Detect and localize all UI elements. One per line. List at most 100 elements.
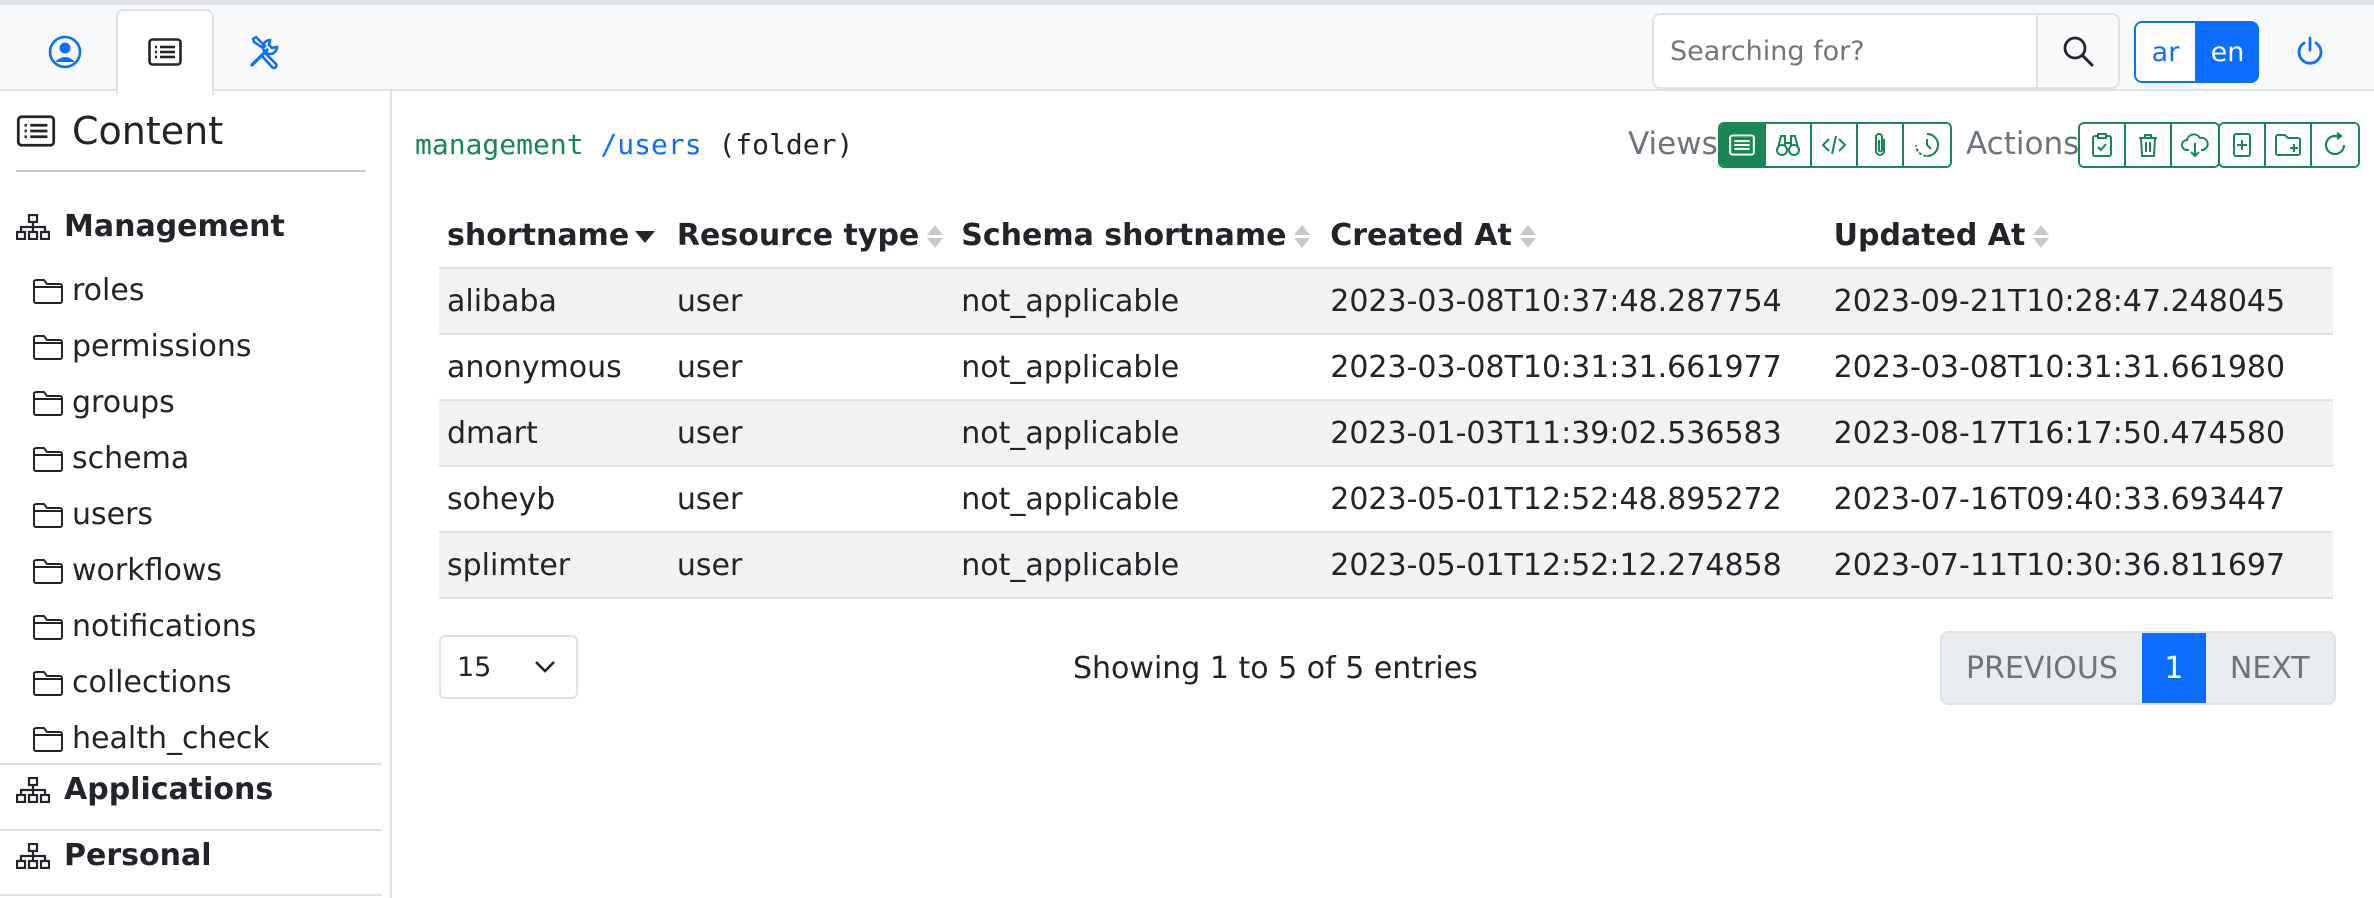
cell-shortname: soheyb [439,466,669,533]
column-header-label: Updated At [1833,218,2026,253]
cell-resource-type: user [668,466,954,533]
column-header-created-at[interactable]: Created At [1322,204,1826,269]
folder-icon [33,278,63,304]
create-folder-button[interactable] [2266,124,2312,166]
cell-resource-type: user [668,532,954,599]
tab-tools[interactable] [216,9,314,94]
action-download-button[interactable] [2172,124,2218,166]
search-input[interactable] [1652,13,2038,89]
table-row[interactable]: anonymous user not_applicable 2023-03-08… [439,334,2333,401]
cell-shortname: anonymous [439,334,669,401]
view-source-button[interactable] [1812,124,1858,166]
table-row[interactable]: splimter user not_applicable 2023-05-01T… [439,532,2333,599]
sidebar-item-label: schema [72,441,190,476]
sidebar-item-workflows[interactable]: workflows [32,553,222,588]
diagram-icon [16,776,50,803]
folder-icon [33,614,63,640]
previous-page-button[interactable]: PREVIOUS [1942,633,2142,703]
column-header-schema-shortname[interactable]: Schema shortname [953,204,1323,269]
page-size-select[interactable]: 15 [439,635,578,699]
cell-shortname: dmart [439,400,669,467]
section-label: Applications [64,772,274,807]
cell-shortname: alibaba [439,268,669,335]
folder-icon [33,446,63,472]
tab-content[interactable] [116,9,214,95]
cell-updated-at: 2023-09-21T10:28:47.248045 [1825,268,2333,335]
create-button-group [2218,122,2360,168]
actions-button-group [2078,122,2220,168]
cell-resource-type: user [668,334,954,401]
refresh-button[interactable] [2312,124,2358,166]
divider [0,894,382,896]
view-history-button[interactable] [1904,124,1950,166]
cloud-download-icon [2181,133,2209,158]
breadcrumb-path[interactable]: /users [600,128,701,161]
sidebar-item-notifications[interactable]: notifications [32,609,256,644]
section-applications[interactable]: Applications [16,772,273,807]
cell-schema-shortname: not_applicable [953,532,1323,599]
sidebar-item-health-check[interactable]: health_check [32,721,270,756]
sort-icon [1292,223,1312,251]
breadcrumb-space[interactable]: management [415,128,584,161]
logout-button[interactable] [2290,31,2330,71]
divider [16,170,366,172]
power-icon [2297,36,2323,65]
folder-icon [33,390,63,416]
sidebar-item-roles[interactable]: roles [32,273,144,308]
section-label: Personal [64,838,212,873]
column-header-label: Schema shortname [961,218,1287,253]
search-button[interactable] [2036,13,2120,89]
code-icon [1821,135,1847,155]
section-label: Management [64,209,285,244]
action-validate-button[interactable] [2080,124,2126,166]
refresh-icon [2324,132,2346,156]
sidebar-item-label: users [72,497,154,532]
table-row[interactable]: dmart user not_applicable 2023-01-03T11:… [439,400,2333,467]
lang-en-button[interactable]: en [2196,21,2259,83]
sort-desc-icon [635,230,656,243]
table-row[interactable]: alibaba user not_applicable 2023-03-08T1… [439,268,2333,335]
top-navbar: ar en [0,0,2374,95]
breadcrumb-type: (folder) [718,128,854,161]
sidebar-item-schema[interactable]: schema [32,441,189,476]
page-button-current[interactable]: 1 [2141,633,2206,703]
cell-created-at: 2023-03-08T10:31:31.661977 [1322,334,1826,401]
sidebar-item-collections[interactable]: collections [32,665,232,700]
tools-icon [250,34,279,69]
next-page-button[interactable]: NEXT [2205,633,2334,703]
cell-updated-at: 2023-08-17T16:17:50.474580 [1825,400,2333,467]
cell-updated-at: 2023-03-08T10:31:31.661980 [1825,334,2333,401]
views-button-group [1718,122,1952,168]
paperclip-icon [1875,133,1885,156]
folder-icon [33,502,63,528]
column-header-resource-type[interactable]: Resource type [668,204,954,269]
sidebar-item-users[interactable]: users [32,497,153,532]
chevron-down-icon [535,661,555,673]
column-header-shortname[interactable]: shortname [439,204,669,269]
lang-ar-button[interactable]: ar [2134,21,2197,83]
folder-icon [33,670,63,696]
cell-schema-shortname: not_applicable [953,334,1323,401]
folder-icon [33,334,63,360]
list-icon [1729,134,1755,156]
column-header-label: shortname [447,218,630,253]
create-entry-button[interactable] [2220,124,2266,166]
sidebar-item-label: roles [72,273,145,308]
cell-created-at: 2023-05-01T12:52:48.895272 [1322,466,1826,533]
view-list-button[interactable] [1720,124,1766,166]
sidebar-item-permissions[interactable]: permissions [32,329,251,364]
sidebar-item-groups[interactable]: groups [32,385,175,420]
column-header-updated-at[interactable]: Updated At [1825,204,2333,269]
list-icon [16,115,56,147]
diagram-icon [16,213,50,240]
tab-profile[interactable] [16,9,114,94]
view-attachments-button[interactable] [1858,124,1904,166]
cell-updated-at: 2023-07-11T10:30:36.811697 [1825,532,2333,599]
section-management[interactable]: Management [16,209,285,244]
section-personal[interactable]: Personal [16,838,211,873]
sidebar-item-label: workflows [72,553,223,588]
table-row[interactable]: soheyb user not_applicable 2023-05-01T12… [439,466,2333,533]
action-delete-button[interactable] [2126,124,2172,166]
search-icon [2063,36,2094,67]
view-details-button[interactable] [1766,124,1812,166]
